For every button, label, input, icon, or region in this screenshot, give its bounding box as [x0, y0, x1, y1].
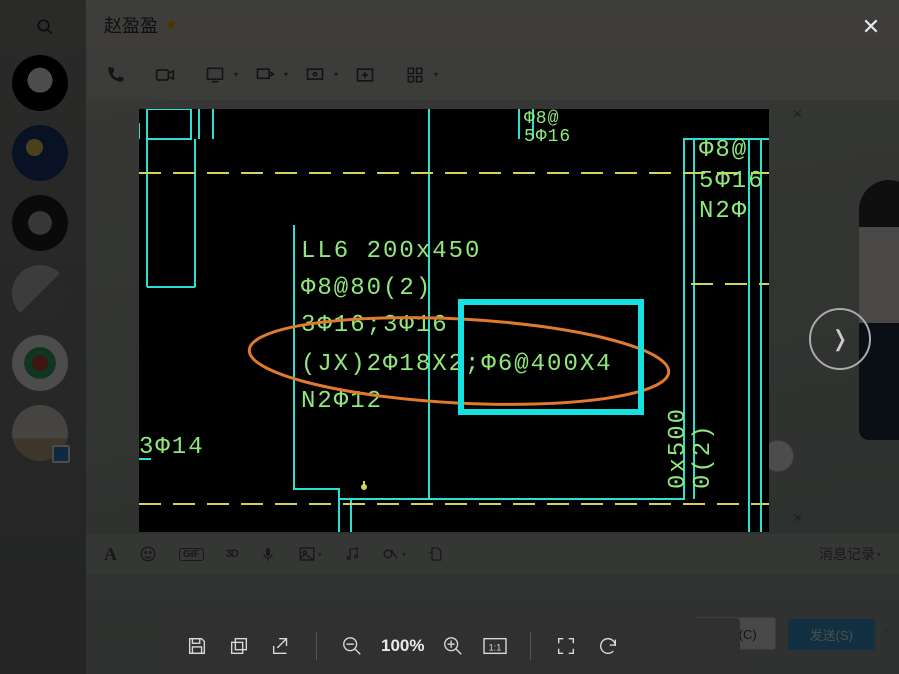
cad-label: Φ8@: [524, 109, 559, 129]
cad-label: N2Φ: [699, 198, 748, 225]
zoom-out-icon[interactable]: [331, 625, 373, 667]
fullscreen-icon[interactable]: [545, 625, 587, 667]
zoom-in-icon[interactable]: [432, 625, 474, 667]
viewer-toolbar: 100% 1:1: [160, 618, 740, 674]
cad-label: Φ8@: [699, 137, 748, 164]
cad-label: 3Φ16;3Φ16: [301, 312, 449, 339]
cad-drawing: LL6 200x450 Φ8@80(2) 3Φ16;3Φ16 (JX)2Φ18X…: [139, 109, 769, 532]
svg-text:1:1: 1:1: [489, 643, 502, 653]
zoom-level: 100%: [373, 636, 432, 656]
viewer-close-button[interactable]: ✕: [857, 14, 885, 42]
cad-label: (JX)2Φ18X2;Φ6@400X4: [301, 351, 613, 378]
share-icon[interactable]: [260, 625, 302, 667]
rotate-icon[interactable]: [587, 625, 629, 667]
cad-label: 5Φ16: [699, 168, 765, 195]
cad-label: 3Φ14: [139, 434, 205, 461]
copy-icon[interactable]: [218, 625, 260, 667]
actual-size-icon[interactable]: 1:1: [474, 625, 516, 667]
cad-label: LL6 200x450: [301, 238, 481, 265]
cad-label: 0x500: [665, 407, 692, 489]
viewer-next-button[interactable]: ❭: [809, 308, 871, 370]
cad-label: 5Φ16: [524, 127, 571, 147]
cad-label: Φ8@80(2): [301, 275, 432, 302]
cad-label: N2Φ12: [301, 388, 383, 415]
save-icon[interactable]: [176, 625, 218, 667]
cad-label: 0(2): [690, 423, 717, 489]
image-viewer-stage[interactable]: LL6 200x450 Φ8@80(2) 3Φ16;3Φ16 (JX)2Φ18X…: [139, 109, 769, 532]
